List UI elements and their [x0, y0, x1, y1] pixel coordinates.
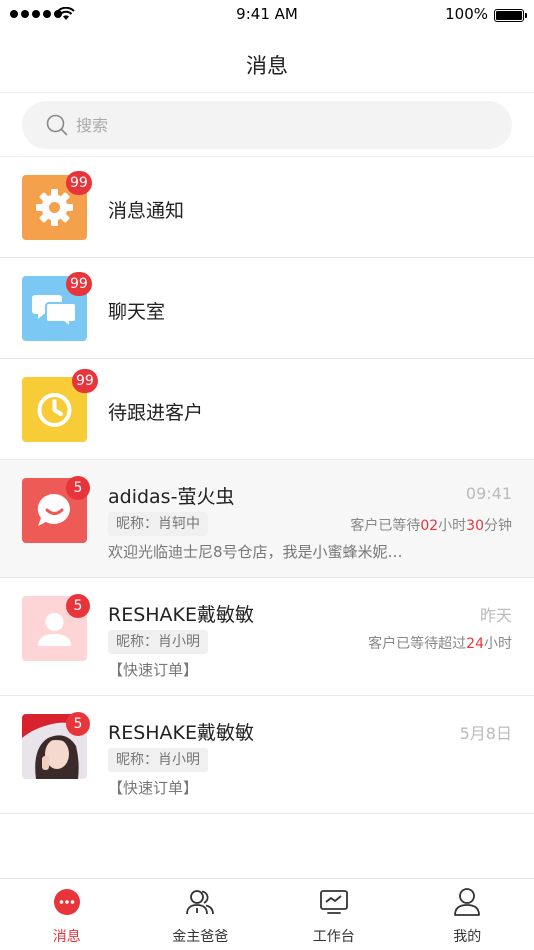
- tab-mine[interactable]: 我的: [401, 879, 534, 950]
- tab-label: 消息: [52, 929, 81, 945]
- search-icon: [46, 114, 68, 136]
- nav-bar: 消息: [0, 30, 534, 93]
- monitor-icon: [319, 890, 348, 914]
- conversation-name: adidas-萤火虫: [108, 486, 235, 508]
- conversation-name: RESHAKE戴敏敏: [108, 722, 255, 744]
- unread-badge: 5: [66, 594, 90, 618]
- status-bar: 9:41 AM 100%: [0, 0, 534, 30]
- tab-bar: 消息 金主爸爸 工作台 我的: [0, 878, 534, 950]
- users-icon: [186, 890, 215, 915]
- battery-icon: [494, 9, 527, 22]
- conversation-item[interactable]: 5 adidas-萤火虫 09:41 昵称：肖轲中 客户已等待02小时30分钟 …: [0, 460, 534, 578]
- item-label: 待跟进客户: [108, 402, 204, 424]
- wait-status: 客户已等待02小时30分钟: [350, 518, 512, 534]
- unread-badge: 5: [66, 712, 90, 736]
- tab-label: 我的: [453, 929, 482, 945]
- tab-sponsors[interactable]: 金主爸爸: [134, 879, 268, 950]
- battery-percent: 100%: [445, 5, 488, 23]
- message-preview: 【快速订单】: [108, 779, 199, 797]
- page-title: 消息: [246, 54, 288, 78]
- conversation-name: RESHAKE戴敏敏: [108, 604, 255, 626]
- unread-badge: 99: [72, 369, 98, 393]
- tab-messages[interactable]: 消息: [0, 879, 134, 950]
- list-item-pending-customers[interactable]: 99 待跟进客户: [0, 359, 534, 460]
- item-label: 消息通知: [108, 200, 185, 222]
- tab-label: 金主爸爸: [172, 929, 229, 945]
- search-section: [0, 93, 534, 157]
- person-icon: [454, 888, 481, 916]
- message-dots-icon: [53, 889, 80, 915]
- tab-workbench[interactable]: 工作台: [267, 879, 401, 950]
- conversation-time: 5月8日: [459, 724, 512, 743]
- nickname-tag: 昵称：肖小明: [108, 748, 208, 772]
- unread-badge: 99: [66, 171, 92, 195]
- conversation-item[interactable]: 5 RESHAKE戴敏敏 昨天 昵称：肖小明 客户已等待超过24小时 【快速订单…: [0, 578, 534, 696]
- conversation-time: 昨天: [479, 606, 512, 625]
- list-item-notifications[interactable]: 99 消息通知: [0, 157, 534, 258]
- conversation-time: 09:41: [465, 484, 512, 503]
- nickname-tag: 昵称：肖小明: [108, 630, 208, 654]
- unread-badge: 99: [66, 272, 92, 296]
- nickname-tag: 昵称：肖轲中: [108, 512, 208, 536]
- tab-label: 工作台: [312, 929, 355, 945]
- unread-badge: 5: [66, 476, 90, 500]
- message-preview: 【快速订单】: [108, 661, 199, 679]
- search-bar[interactable]: [22, 101, 512, 149]
- wait-status: 客户已等待超过24小时: [368, 636, 512, 652]
- message-preview: 欢迎光临迪士尼8号仓店，我是小蜜蜂米妮…: [108, 543, 403, 561]
- list-item-chatroom[interactable]: 99 聊天室: [0, 258, 534, 359]
- item-label: 聊天室: [108, 301, 166, 323]
- conversation-item[interactable]: 5 RESHAKE戴敏敏 5月8日 昵称：肖小明 【快速订单】: [0, 696, 534, 814]
- search-input[interactable]: [76, 101, 476, 149]
